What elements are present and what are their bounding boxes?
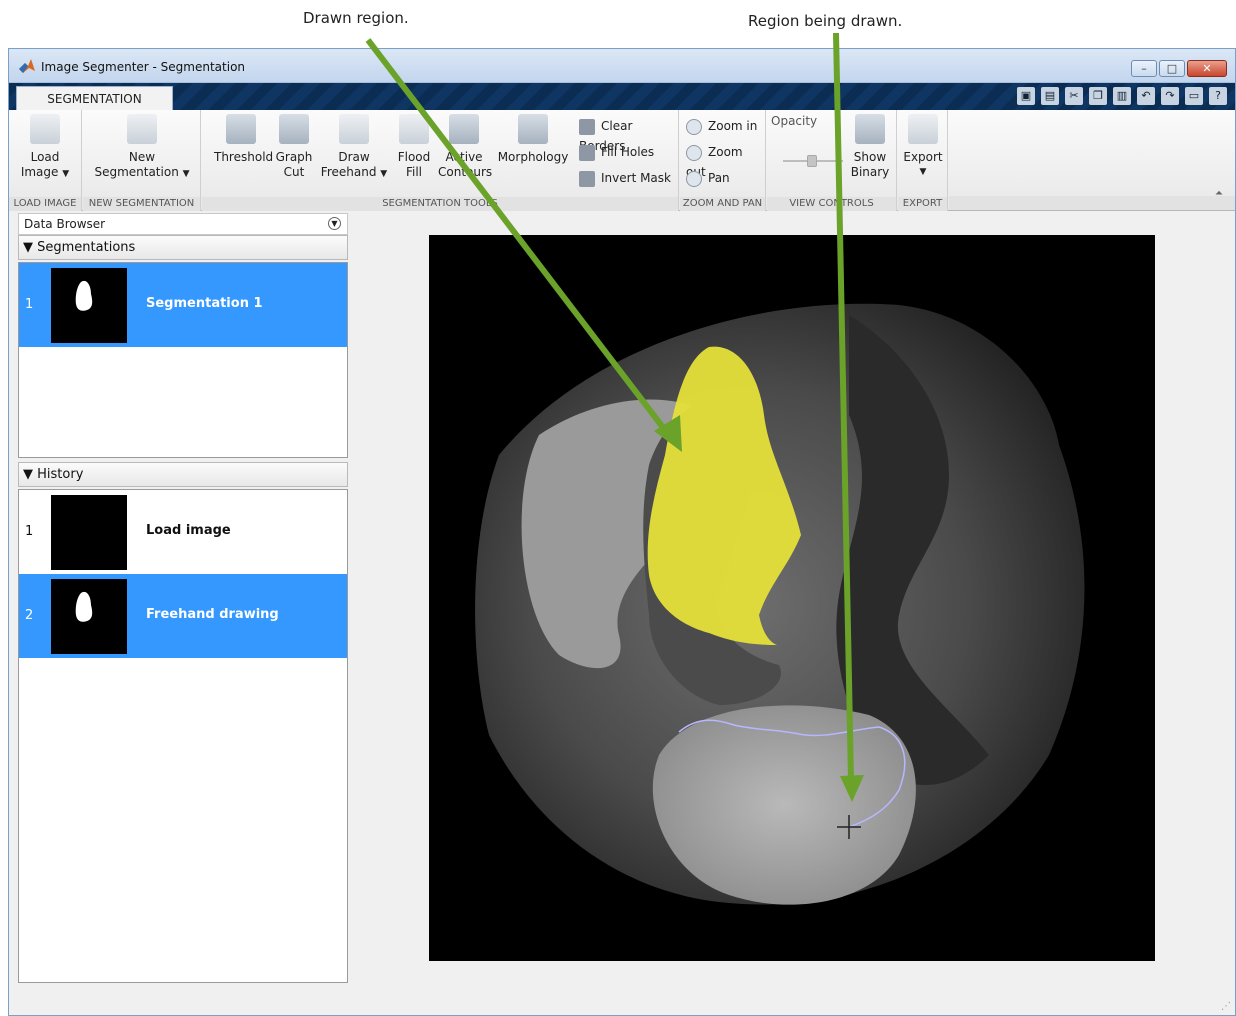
- matlab-logo-icon: [19, 59, 35, 73]
- group-new-segmentation: New Segmentation ▼ NEW SEGMENTATION: [83, 110, 201, 211]
- group-label: EXPORT: [898, 197, 947, 211]
- collapse-ribbon-icon[interactable]: ⏶: [1215, 188, 1223, 199]
- opacity-label: Opacity: [771, 114, 818, 128]
- image-canvas[interactable]: [429, 235, 1155, 961]
- chevron-down-icon: ▼: [62, 169, 70, 179]
- window-title: Image Segmenter - Segmentation: [41, 60, 246, 74]
- group-label: VIEW CONTROLS: [767, 197, 896, 211]
- mask-thumbnail: [51, 268, 127, 343]
- list-item[interactable]: 2 Freehand drawing: [19, 574, 347, 658]
- ribbon: Load Image ▼ LOAD IMAGE New Segmentation…: [9, 110, 1235, 211]
- hand-icon: [686, 170, 702, 187]
- data-browser-header: Data Browser ▼: [18, 213, 348, 235]
- zoom-out-icon: [686, 144, 702, 161]
- copy-icon[interactable]: ❐: [1089, 87, 1107, 105]
- data-browser-panel: Data Browser ▼ ▼ Segmentations 1 Segment…: [18, 213, 348, 983]
- collapse-triangle-icon: ▼: [23, 467, 33, 482]
- mask-thumbnail: [51, 495, 127, 570]
- download-icon: [30, 114, 60, 144]
- segmentations-list: 1 Segmentation 1: [18, 262, 348, 458]
- mri-image: [475, 303, 1119, 950]
- group-export: Export ▼ EXPORT: [898, 110, 948, 211]
- clear-borders-button[interactable]: Clear Borders: [579, 116, 678, 153]
- group-label: LOAD IMAGE: [9, 197, 81, 211]
- export-button[interactable]: Export ▼: [902, 114, 944, 180]
- history-list: 1 Load image 2 Freehand drawing: [18, 489, 348, 983]
- checkmark-icon: [908, 114, 938, 144]
- zoom-in-icon: [686, 118, 702, 135]
- opacity-slider[interactable]: [783, 155, 843, 167]
- morphology-icon: [518, 114, 548, 144]
- group-load-image: Load Image ▼ LOAD IMAGE: [9, 110, 82, 211]
- close-button[interactable]: ✕: [1187, 60, 1227, 77]
- title-bar: Image Segmenter - Segmentation – □ ✕: [9, 49, 1235, 83]
- zoom-in-button[interactable]: Zoom in: [686, 116, 757, 136]
- app-window: Image Segmenter - Segmentation – □ ✕ SEG…: [8, 48, 1236, 1016]
- cut-icon[interactable]: ✂: [1065, 87, 1083, 105]
- active-contours-button[interactable]: Active Contours: [438, 114, 492, 180]
- chevron-down-icon: ▼: [919, 167, 927, 177]
- paste-icon[interactable]: ▥: [1113, 87, 1131, 105]
- open-icon[interactable]: ▣: [1017, 87, 1035, 105]
- chevron-down-icon: ▼: [380, 169, 388, 179]
- list-item[interactable]: 1 Segmentation 1: [19, 263, 347, 347]
- graph-cut-button[interactable]: Graph Cut: [274, 114, 314, 180]
- layout-icon[interactable]: ▭: [1185, 87, 1203, 105]
- group-view-controls: Opacity Show Binary VIEW CONTROLS: [767, 110, 897, 211]
- invert-mask-icon: [579, 170, 595, 187]
- freehand-icon: [339, 114, 369, 144]
- threshold-icon: [226, 114, 256, 144]
- annotation-region-being-drawn: Region being drawn.: [748, 12, 903, 30]
- tab-segmentation[interactable]: SEGMENTATION: [16, 86, 173, 111]
- undo-icon[interactable]: ↶: [1137, 87, 1155, 105]
- opacity-slider-thumb[interactable]: [807, 155, 817, 167]
- tab-strip: SEGMENTATION ▣ ▤ ✂ ❐ ▥ ↶ ↷ ▭ ?: [9, 83, 1235, 111]
- group-label: SEGMENTATION TOOLS: [202, 197, 678, 211]
- fill-holes-icon: [579, 144, 595, 161]
- flood-fill-button[interactable]: Flood Fill: [394, 114, 434, 180]
- fill-holes-button[interactable]: Fill Holes: [579, 142, 654, 162]
- group-zoom-and-pan: Zoom in Zoom out Pan ZOOM AND PAN: [680, 110, 766, 211]
- mask-thumbnail: [51, 579, 127, 654]
- resize-grip-icon[interactable]: ⋰: [1221, 1001, 1231, 1012]
- annotation-drawn-region: Drawn region.: [303, 9, 409, 27]
- plus-icon: [127, 114, 157, 144]
- group-label: ZOOM AND PAN: [680, 197, 765, 211]
- invert-mask-button[interactable]: Invert Mask: [579, 168, 671, 188]
- group-label: NEW SEGMENTATION: [83, 197, 200, 211]
- list-item[interactable]: 1 Load image: [19, 490, 347, 574]
- pan-button[interactable]: Pan: [686, 168, 730, 188]
- new-segmentation-button[interactable]: New Segmentation ▼: [89, 114, 195, 182]
- threshold-button[interactable]: Threshold: [214, 114, 273, 165]
- segmentations-section-header[interactable]: ▼ Segmentations: [18, 235, 348, 260]
- draw-freehand-button[interactable]: Draw Freehand ▼: [319, 114, 389, 182]
- quick-access-toolbar: ▣ ▤ ✂ ❐ ▥ ↶ ↷ ▭ ?: [1017, 87, 1227, 105]
- show-binary-button[interactable]: Show Binary: [849, 114, 891, 180]
- redo-icon[interactable]: ↷: [1161, 87, 1179, 105]
- chevron-down-icon: ▼: [182, 169, 190, 179]
- group-segmentation-tools: Threshold Graph Cut Draw Freehand ▼ Floo…: [202, 110, 679, 211]
- history-section-header[interactable]: ▼ History: [18, 462, 348, 487]
- binary-image-icon: [855, 114, 885, 144]
- save-icon[interactable]: ▤: [1041, 87, 1059, 105]
- collapse-triangle-icon: ▼: [23, 240, 33, 255]
- load-image-button[interactable]: Load Image ▼: [15, 114, 75, 182]
- panel-menu-icon[interactable]: ▼: [328, 217, 341, 230]
- zoom-out-button[interactable]: Zoom out: [686, 142, 765, 179]
- minimize-button[interactable]: –: [1131, 60, 1157, 77]
- clear-borders-icon: [579, 118, 595, 135]
- paint-bucket-icon: [399, 114, 429, 144]
- maximize-button[interactable]: □: [1159, 60, 1185, 77]
- morphology-button[interactable]: Morphology: [494, 114, 572, 165]
- graph-cut-icon: [279, 114, 309, 144]
- help-icon[interactable]: ?: [1209, 87, 1227, 105]
- active-contours-icon: [449, 114, 479, 144]
